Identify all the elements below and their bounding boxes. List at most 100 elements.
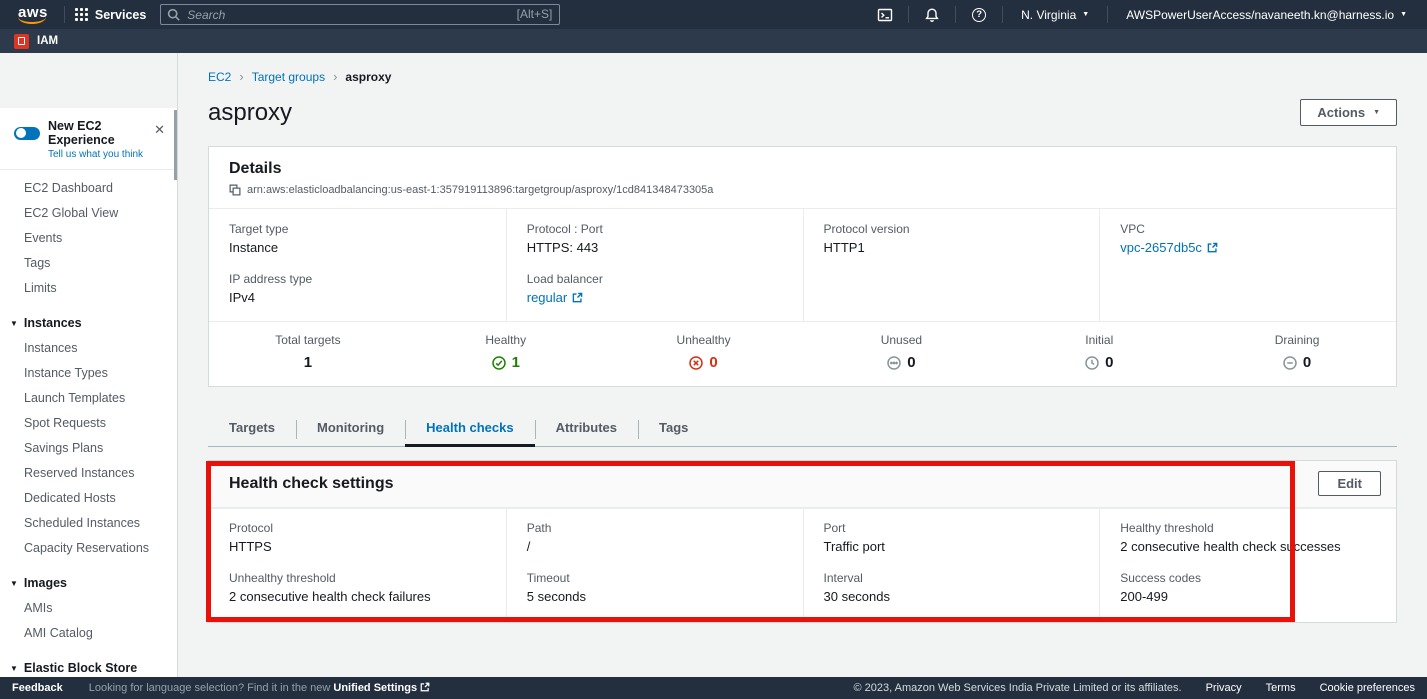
external-link-icon xyxy=(420,682,430,692)
sidebar-item-events[interactable]: Events xyxy=(0,226,177,251)
region-selector[interactable]: N. Virginia▼ xyxy=(1013,8,1097,22)
sidebar-item-ec2-dashboard[interactable]: EC2 Dashboard xyxy=(0,176,177,201)
details-card: Details arn:aws:elasticloadbalancing:us-… xyxy=(208,146,1397,387)
divider xyxy=(64,6,65,23)
copy-icon[interactable] xyxy=(229,184,241,196)
unused-count: 0 xyxy=(802,354,1000,371)
field-label: Load balancer xyxy=(527,272,783,286)
unused-ellipsis-icon xyxy=(887,356,901,370)
cloudshell-icon[interactable] xyxy=(872,7,898,23)
tab-targets[interactable]: Targets xyxy=(208,412,296,447)
external-link-icon xyxy=(1207,242,1218,253)
breadcrumb-ec2[interactable]: EC2 xyxy=(208,70,231,84)
actions-button[interactable]: Actions▼ xyxy=(1300,99,1397,126)
hc-success-codes-value: 200-499 xyxy=(1120,589,1376,604)
chevron-right-icon: › xyxy=(239,69,243,84)
triangle-down-icon: ▼ xyxy=(10,579,18,588)
help-icon[interactable]: ? xyxy=(966,8,992,22)
sidebar-item-ec2-global-view[interactable]: EC2 Global View xyxy=(0,201,177,226)
triangle-down-icon: ▼ xyxy=(10,664,18,673)
tab-tags[interactable]: Tags xyxy=(638,412,709,447)
favorites-bar: IAM xyxy=(0,29,1427,53)
field-label: Port xyxy=(824,521,1080,535)
protocol-version-value: HTTP1 xyxy=(824,240,1080,255)
footer: Feedback Looking for language selection?… xyxy=(0,677,1427,699)
privacy-link[interactable]: Privacy xyxy=(1206,682,1242,694)
copyright-text: © 2023, Amazon Web Services India Privat… xyxy=(854,682,1182,694)
tell-us-link[interactable]: Tell us what you think xyxy=(48,149,163,160)
field-label: Interval xyxy=(824,571,1080,585)
breadcrumb-target-groups[interactable]: Target groups xyxy=(252,70,325,84)
unified-settings-link[interactable]: Unified Settings xyxy=(333,682,417,694)
cookie-preferences-link[interactable]: Cookie preferences xyxy=(1320,682,1415,694)
sidebar-item-savings-plans[interactable]: Savings Plans xyxy=(0,436,177,461)
field-label: Path xyxy=(527,521,783,535)
feedback-link[interactable]: Feedback xyxy=(12,682,63,694)
hc-path-value: / xyxy=(527,539,783,554)
sidebar-item-spot-requests[interactable]: Spot Requests xyxy=(0,411,177,436)
healthy-check-icon xyxy=(492,356,506,370)
details-title: Details xyxy=(229,160,1376,178)
sidebar-nav: EC2 Dashboard EC2 Global View Events Tag… xyxy=(0,170,177,699)
healthy-count: 1 xyxy=(407,354,605,371)
account-menu[interactable]: AWSPowerUserAccess/navaneeth.kn@harness.… xyxy=(1118,8,1415,22)
target-health-summary: Total targets 1 Healthy 1 Unhealthy 0 Un… xyxy=(209,321,1396,386)
sidebar-scrollbar[interactable] xyxy=(174,110,177,180)
divider xyxy=(1002,6,1003,23)
hc-port-value: Traffic port xyxy=(824,539,1080,554)
terms-link[interactable]: Terms xyxy=(1266,682,1296,694)
sidebar-item-ami-catalog[interactable]: AMI Catalog xyxy=(0,621,177,646)
search-input[interactable] xyxy=(160,4,560,25)
sidebar-item-instance-types[interactable]: Instance Types xyxy=(0,361,177,386)
target-group-arn: arn:aws:elasticloadbalancing:us-east-1:3… xyxy=(247,184,713,196)
top-navbar: aws Services [Alt+S] ? N. Virgini xyxy=(0,0,1427,29)
aws-console-screen: aws Services [Alt+S] ? N. Virgini xyxy=(0,0,1427,699)
field-label: Success codes xyxy=(1120,571,1376,585)
unhealthy-x-icon xyxy=(689,356,703,370)
sidebar-item-amis[interactable]: AMIs xyxy=(0,596,177,621)
hc-timeout-value: 5 seconds xyxy=(527,589,783,604)
health-check-settings-title: Health check settings xyxy=(229,475,1376,493)
total-targets-count: 1 xyxy=(209,354,407,371)
close-icon[interactable]: ✕ xyxy=(154,122,165,138)
sidebar-section-instances[interactable]: ▼ Instances xyxy=(0,311,177,336)
iam-service-icon xyxy=(14,34,29,49)
notifications-bell-icon[interactable] xyxy=(919,7,945,23)
language-selection-text: Looking for language selection? Find it … xyxy=(89,682,430,694)
sidebar-section-images[interactable]: ▼ Images xyxy=(0,571,177,596)
sidebar-item-dedicated-hosts[interactable]: Dedicated Hosts xyxy=(0,486,177,511)
services-menu-button[interactable]: Services xyxy=(75,8,146,22)
chevron-right-icon: › xyxy=(333,69,337,84)
field-label: Healthy threshold xyxy=(1120,521,1376,535)
edit-button[interactable]: Edit xyxy=(1318,471,1381,496)
aws-logo[interactable]: aws xyxy=(12,4,54,25)
tab-monitoring[interactable]: Monitoring xyxy=(296,412,405,447)
sidebar-item-capacity-reservations[interactable]: Capacity Reservations xyxy=(0,536,177,561)
favorite-iam-link[interactable]: IAM xyxy=(37,35,58,47)
ip-address-type-value: IPv4 xyxy=(229,290,486,305)
new-experience-title: New EC2 Experience xyxy=(48,119,163,147)
tab-attributes[interactable]: Attributes xyxy=(535,412,638,447)
load-balancer-link[interactable]: regular xyxy=(527,290,783,305)
field-label: Unhealthy threshold xyxy=(229,571,486,585)
draining-count: 0 xyxy=(1198,354,1396,371)
sidebar-item-launch-templates[interactable]: Launch Templates xyxy=(0,386,177,411)
main-content: EC2 › Target groups › asproxy asproxy Ac… xyxy=(178,53,1427,677)
chevron-down-icon: ▼ xyxy=(1373,109,1380,116)
chevron-down-icon: ▼ xyxy=(1082,11,1089,18)
new-experience-toggle[interactable] xyxy=(14,127,40,140)
sidebar-item-reserved-instances[interactable]: Reserved Instances xyxy=(0,461,177,486)
sidebar-item-instances[interactable]: Instances xyxy=(0,336,177,361)
breadcrumb-current: asproxy xyxy=(345,70,391,84)
vpc-link[interactable]: vpc-2657db5c xyxy=(1120,240,1376,255)
global-search: [Alt+S] xyxy=(160,4,560,25)
sidebar-item-tags[interactable]: Tags xyxy=(0,251,177,276)
hc-interval-value: 30 seconds xyxy=(824,589,1080,604)
tab-health-checks[interactable]: Health checks xyxy=(405,412,534,447)
sidebar-item-limits[interactable]: Limits xyxy=(0,276,177,301)
sidebar-item-scheduled-instances[interactable]: Scheduled Instances xyxy=(0,511,177,536)
field-label: Protocol : Port xyxy=(527,222,783,236)
new-experience-panel: New EC2 Experience Tell us what you thin… xyxy=(0,108,177,170)
divider xyxy=(908,6,909,23)
target-type-value: Instance xyxy=(229,240,486,255)
